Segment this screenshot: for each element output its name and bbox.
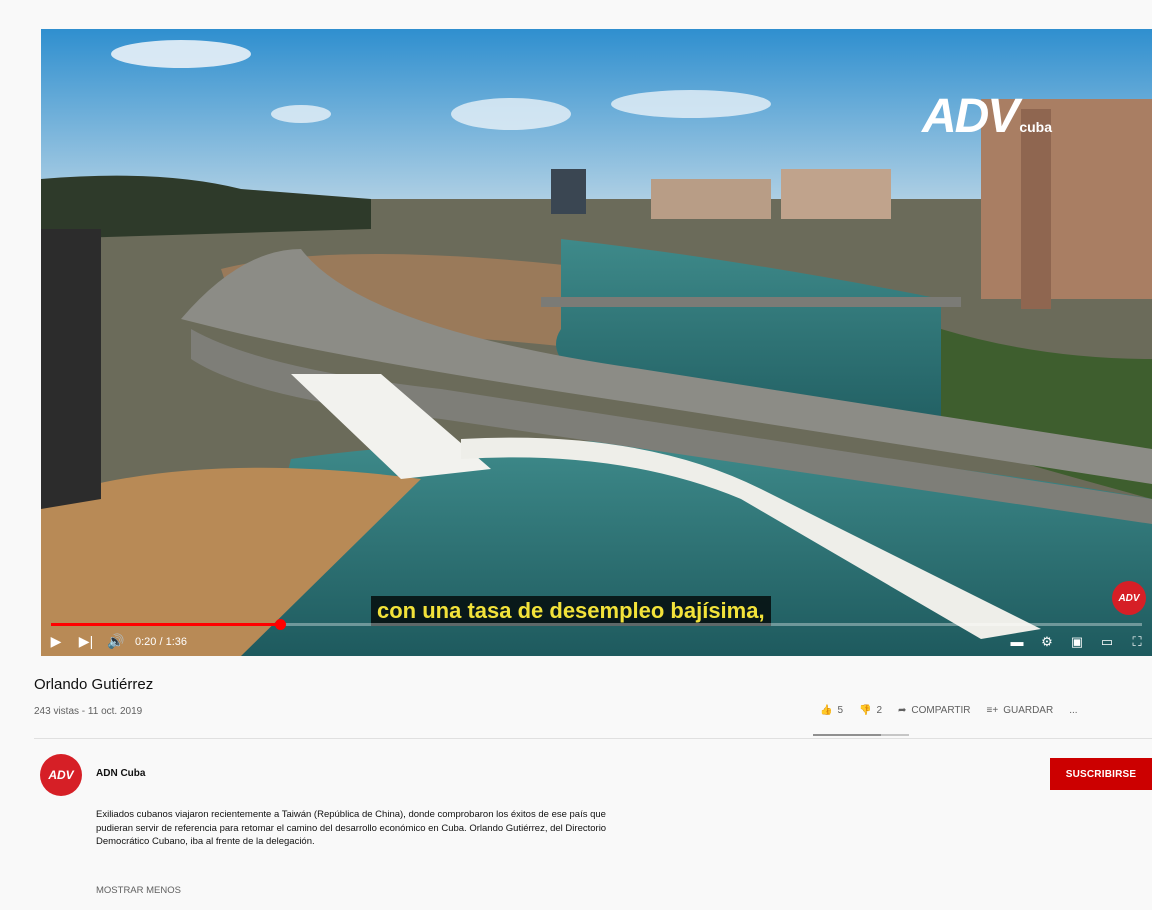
video-description: Exiliados cubanos viajaron recientemente…	[96, 809, 607, 847]
miniplayer-icon[interactable]: ▣	[1062, 634, 1092, 650]
like-bar-fill	[813, 734, 882, 736]
like-count: 5	[837, 705, 844, 716]
share-label: COMPARTIR	[911, 705, 971, 716]
theater-icon[interactable]: ▭	[1092, 634, 1122, 650]
video-actions: 👍 5 👎 2 ➦ COMPARTIR ≡+ GUARDAR ...	[820, 705, 1078, 716]
watermark-text: ADV	[921, 90, 1019, 143]
dislike-button[interactable]: 👎 2	[859, 705, 882, 716]
like-dislike-bar	[813, 734, 909, 736]
video-title: Orlando Gutiérrez	[34, 676, 154, 693]
volume-icon[interactable]: 🔊	[101, 633, 131, 650]
save-button[interactable]: ≡+ GUARDAR	[987, 705, 1054, 716]
channel-avatar[interactable]: ADV	[40, 754, 82, 796]
thumbs-up-icon: 👍	[820, 705, 833, 716]
playlist-add-icon: ≡+	[986, 705, 999, 716]
video-meta: 243 vistas - 11 oct. 2019	[34, 706, 143, 717]
time-display: 0:20 / 1:36	[135, 635, 187, 648]
dislike-count: 2	[876, 705, 883, 716]
subscribe-button[interactable]: SUSCRIBIRSE	[1050, 758, 1152, 790]
show-less-button[interactable]: MOSTRAR MENOS	[96, 885, 181, 896]
fullscreen-icon[interactable]: ⛶	[1122, 634, 1152, 650]
video-player[interactable]: ADV cuba con una tasa de desempleo bajísi…	[41, 29, 1152, 656]
channel-branding-badge[interactable]: ADV	[1112, 581, 1146, 615]
subtitles-icon[interactable]: ▬	[1002, 634, 1032, 649]
like-button[interactable]: 👍 5	[820, 705, 843, 716]
more-actions-button[interactable]: ...	[1069, 705, 1077, 716]
progress-fill	[51, 623, 281, 626]
share-icon: ➦	[898, 705, 907, 716]
channel-name[interactable]: ADN Cuba	[96, 768, 145, 779]
watermark-subtext: cuba	[1019, 119, 1052, 135]
player-controls: ▶ ▶| 🔊 0:20 / 1:36 ▬ ⚙ ▣ ▭ ⛶	[41, 627, 1152, 656]
gear-icon[interactable]: ⚙	[1032, 634, 1062, 650]
play-icon[interactable]: ▶	[41, 633, 71, 650]
thumbs-down-icon: 👎	[859, 705, 872, 716]
share-button[interactable]: ➦ COMPARTIR	[898, 705, 970, 716]
progress-bar[interactable]	[51, 619, 1142, 630]
channel-watermark: ADV cuba	[922, 89, 1052, 144]
divider	[34, 738, 1152, 739]
save-label: GUARDAR	[1003, 705, 1054, 716]
video-subtitle: con una tasa de desempleo bajísima,	[371, 596, 771, 626]
next-icon[interactable]: ▶|	[71, 633, 101, 650]
